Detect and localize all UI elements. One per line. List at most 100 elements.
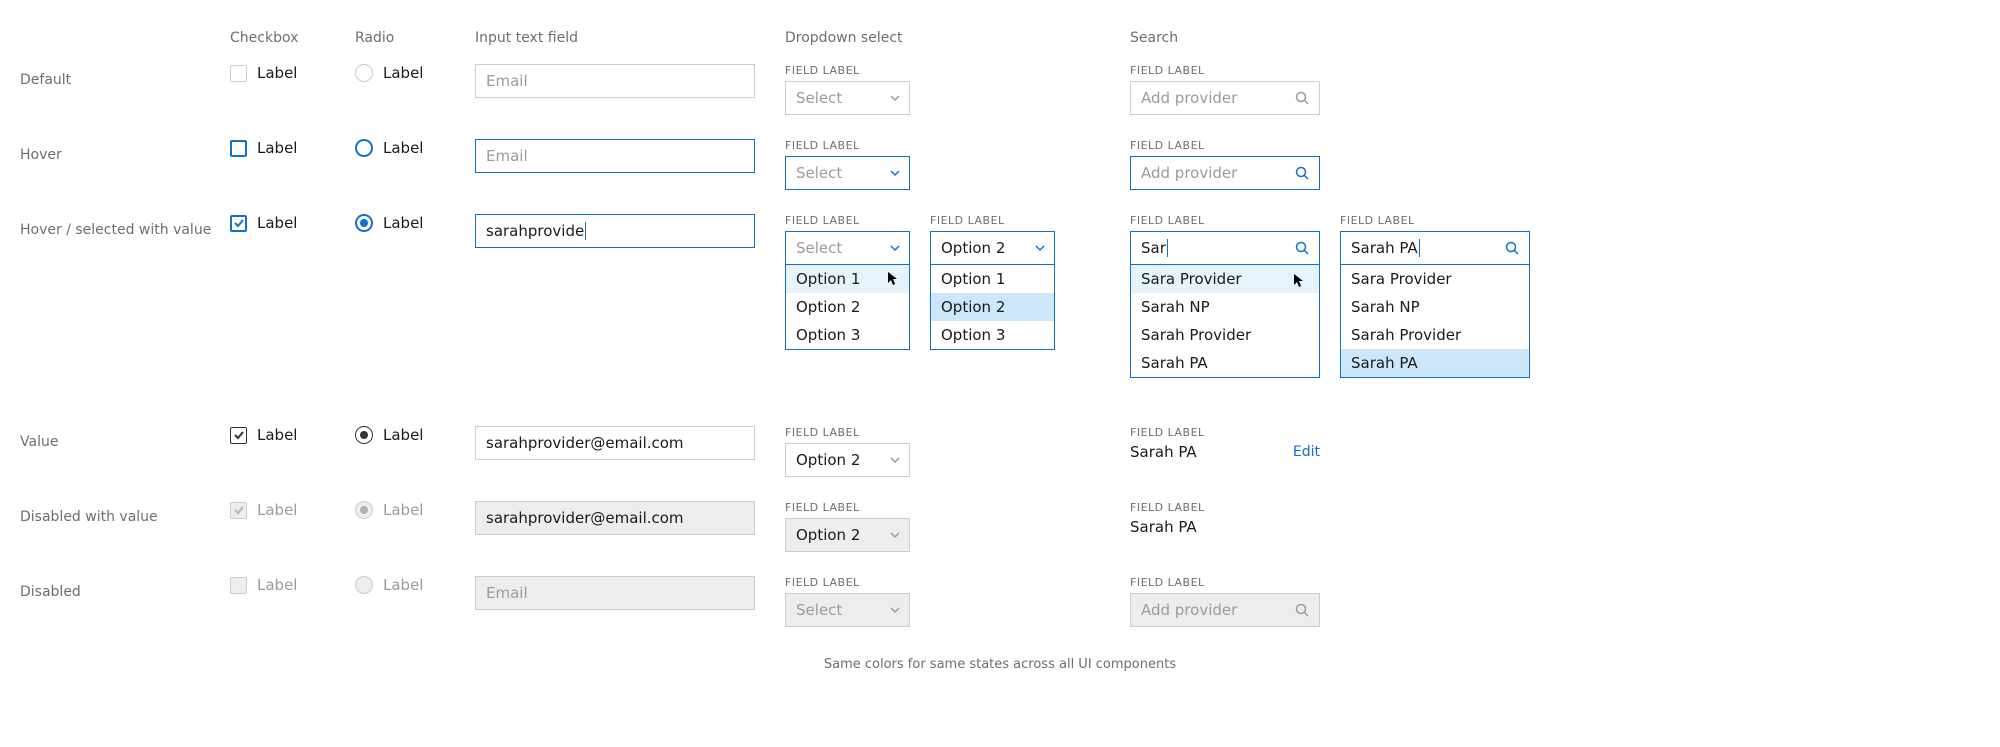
dropdown-disabled: Select (785, 593, 910, 627)
radio-checked[interactable] (355, 214, 373, 232)
radio-label: Label (383, 64, 423, 82)
field-label: FIELD LABEL (1130, 501, 1320, 514)
field-label: FIELD LABEL (1130, 426, 1320, 439)
search-icon (1295, 603, 1309, 617)
search-result[interactable]: Sara Provider (1341, 265, 1529, 293)
field-label: FIELD LABEL (785, 214, 910, 227)
column-header-radio: Radio (355, 30, 475, 64)
search-result[interactable]: Sarah Provider (1131, 321, 1319, 349)
radio-label: Label (383, 214, 423, 232)
dropdown-open-selected[interactable]: Option 2 (930, 231, 1055, 265)
row-label-disabled-value: Disabled with value (20, 501, 230, 525)
dropdown-value: Select (796, 239, 842, 257)
dropdown-disabled-value: Option 2 (785, 518, 910, 552)
chevron-down-icon (889, 92, 901, 104)
search-placeholder: Add provider (1141, 601, 1237, 619)
search-result[interactable]: Sara Provider (1131, 265, 1319, 293)
chevron-down-icon (889, 529, 901, 541)
dropdown-value: Select (796, 601, 842, 619)
search-icon (1505, 241, 1519, 255)
search-hover[interactable]: Add provider (1130, 156, 1320, 190)
search-result[interactable]: Sarah Provider (1341, 321, 1529, 349)
field-label: FIELD LABEL (1130, 64, 1320, 77)
radio-disabled-value (355, 501, 373, 519)
search-result[interactable]: Sarah NP (1341, 293, 1529, 321)
dropdown-option[interactable]: Option 3 (931, 321, 1054, 349)
text-input-focus[interactable]: sarahprovide (475, 214, 755, 248)
checkbox-label: Label (257, 576, 297, 594)
dropdown-default[interactable]: Select (785, 81, 910, 115)
row-label-hover: Hover (20, 139, 230, 163)
radio-value[interactable] (355, 426, 373, 444)
dropdown-selected: Option 2 (796, 451, 860, 469)
search-placeholder: Add provider (1141, 89, 1237, 107)
chevron-down-icon (889, 454, 901, 466)
checkbox-value[interactable] (230, 427, 247, 444)
input-value: sarahprovide (486, 222, 584, 240)
dropdown-value: Option 2 (941, 239, 1005, 257)
footer-note: Same colors for same states across all U… (20, 657, 1980, 672)
field-label: FIELD LABEL (785, 501, 910, 514)
field-label: FIELD LABEL (1340, 214, 1530, 227)
dropdown-option-selected[interactable]: Option 2 (931, 293, 1054, 321)
search-value: Sarah PA (1351, 239, 1418, 257)
search-icon (1295, 91, 1309, 105)
row-label-default: Default (20, 64, 230, 88)
column-header-dropdown: Dropdown select (785, 30, 1130, 64)
checkbox-default[interactable] (230, 65, 247, 82)
search-selected-value-disabled: Sarah PA (1130, 518, 1197, 536)
radio-label: Label (383, 139, 423, 157)
search-result[interactable]: Sarah NP (1131, 293, 1319, 321)
text-input-default[interactable]: Email (475, 64, 755, 98)
search-selected-value: Sarah PA (1130, 443, 1197, 461)
dropdown-option[interactable]: Option 2 (786, 293, 909, 321)
search-results: Sara Provider Sarah NP Sarah Provider Sa… (1340, 265, 1530, 378)
checkbox-checked[interactable] (230, 215, 247, 232)
search-results: Sara Provider Sarah NP Sarah Provider Sa… (1130, 265, 1320, 378)
search-icon (1295, 166, 1309, 180)
dropdown-value: Select (796, 89, 842, 107)
dropdown-hover[interactable]: Select (785, 156, 910, 190)
radio-default[interactable] (355, 64, 373, 82)
search-result[interactable]: Sarah PA (1131, 349, 1319, 377)
radio-hover[interactable] (355, 139, 373, 157)
field-label: FIELD LABEL (785, 576, 910, 589)
checkbox-label: Label (257, 426, 297, 444)
radio-label: Label (383, 501, 423, 519)
search-default[interactable]: Add provider (1130, 81, 1320, 115)
cursor-icon (887, 271, 899, 291)
dropdown-option[interactable]: Option 3 (786, 321, 909, 349)
text-input-hover[interactable]: Email (475, 139, 755, 173)
search-focus[interactable]: Sar (1130, 231, 1320, 265)
dropdown-value[interactable]: Option 2 (785, 443, 910, 477)
dropdown-option[interactable]: Option 1 (931, 265, 1054, 293)
column-header-search: Search (1130, 30, 1530, 64)
edit-link[interactable]: Edit (1293, 444, 1320, 460)
dropdown-menu: Option 1 Option 2 Option 3 (930, 265, 1055, 350)
chevron-down-icon (889, 604, 901, 616)
dropdown-option[interactable]: Option 1 (786, 265, 909, 293)
search-result-selected[interactable]: Sarah PA (1341, 349, 1529, 377)
search-disabled: Add provider (1130, 593, 1320, 627)
text-caret (585, 222, 586, 240)
checkbox-label: Label (257, 214, 297, 232)
chevron-down-icon (889, 242, 901, 254)
dropdown-value: Select (796, 164, 842, 182)
text-input-value[interactable]: sarahprovider@email.com (475, 426, 755, 460)
chevron-down-icon (1034, 242, 1046, 254)
dropdown-selected: Option 2 (796, 526, 860, 544)
checkbox-hover[interactable] (230, 140, 247, 157)
text-caret (1419, 239, 1420, 257)
field-label: FIELD LABEL (785, 426, 910, 439)
field-label: FIELD LABEL (1130, 214, 1320, 227)
field-label: FIELD LABEL (1130, 576, 1320, 589)
dropdown-open[interactable]: Select (785, 231, 910, 265)
field-label: FIELD LABEL (1130, 139, 1320, 152)
row-label-disabled: Disabled (20, 576, 230, 600)
column-header-input: Input text field (475, 30, 785, 64)
search-focus-selected[interactable]: Sarah PA (1340, 231, 1530, 265)
checkbox-label: Label (257, 501, 297, 519)
search-value: Sar (1141, 239, 1166, 257)
radio-label: Label (383, 576, 423, 594)
column-header-checkbox: Checkbox (230, 30, 355, 64)
